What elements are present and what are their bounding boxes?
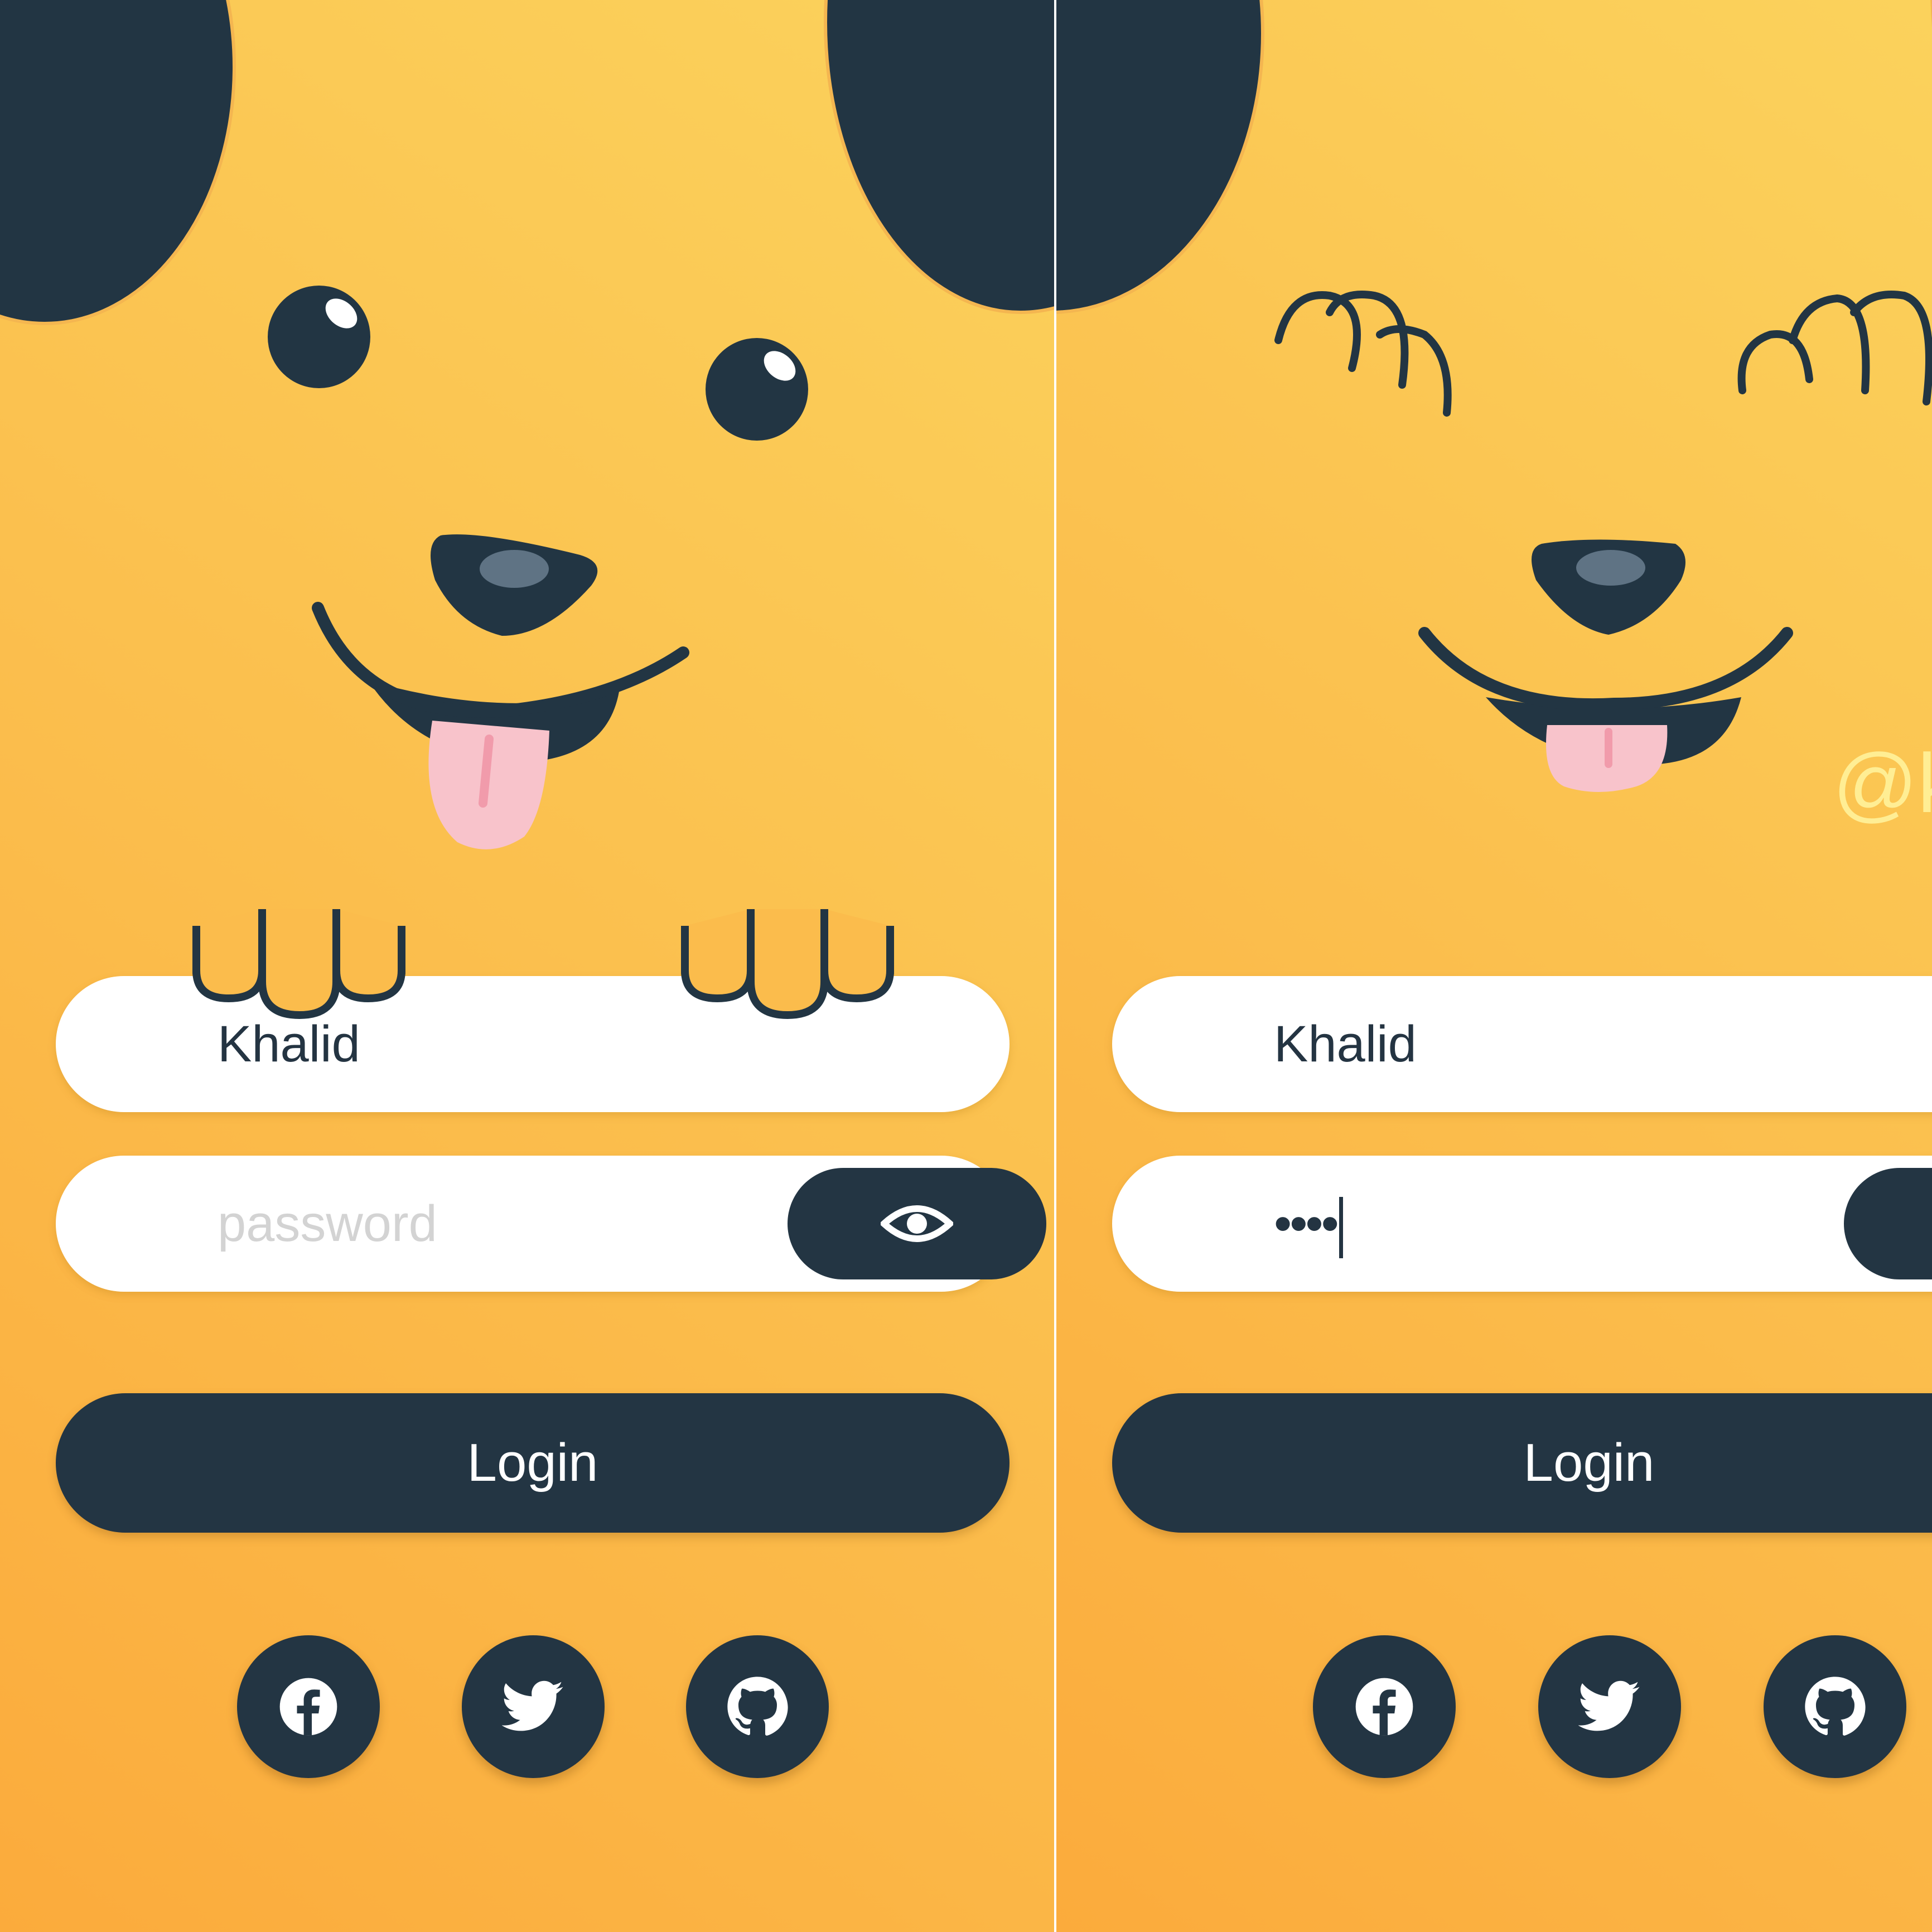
show-password-button[interactable] — [788, 1168, 1046, 1279]
twitter-icon — [1578, 1680, 1640, 1731]
watermark-handle: @k — [1833, 736, 1932, 830]
github-button[interactable] — [686, 1635, 829, 1778]
paw-fingers-overlay — [192, 909, 894, 1020]
left-paw-over-eye — [1274, 291, 1452, 417]
password-dots: •••• — [1274, 1195, 1339, 1252]
facebook-icon — [1355, 1678, 1413, 1736]
twitter-button[interactable] — [462, 1635, 605, 1778]
password-field[interactable]: •••• — [1112, 1156, 1932, 1292]
login-button[interactable]: Login — [1112, 1393, 1932, 1533]
show-password-button[interactable] — [1844, 1168, 1932, 1279]
github-button[interactable] — [1764, 1635, 1906, 1778]
left-ear — [0, 0, 236, 325]
facebook-button[interactable] — [237, 1635, 380, 1778]
left-eye — [268, 286, 370, 388]
tongue-line — [479, 735, 494, 808]
eye-icon — [881, 1205, 953, 1242]
username-field[interactable]: Khalid — [1112, 976, 1932, 1112]
dog-illustration — [0, 0, 1054, 1020]
github-icon — [1805, 1677, 1866, 1736]
password-input[interactable] — [218, 1156, 775, 1292]
twitter-button[interactable] — [1538, 1635, 1681, 1778]
twitter-icon — [502, 1680, 563, 1731]
text-caret — [1339, 1196, 1343, 1258]
username-value[interactable]: Khalid — [1274, 976, 1417, 1112]
login-screen-right: @k Khalid •••• Login — [1056, 0, 1932, 1932]
login-button[interactable]: Login — [56, 1393, 1010, 1533]
right-ear — [824, 0, 1054, 314]
left-ear — [1056, 0, 1264, 314]
dog-illustration-covering-eyes — [1056, 0, 1932, 792]
login-button-label: Login — [467, 1433, 598, 1493]
login-screen-left: Login — [0, 0, 1054, 1932]
login-button-label: Login — [1523, 1433, 1655, 1493]
smile-line — [1418, 627, 1793, 711]
password-field[interactable] — [56, 1156, 1046, 1292]
password-masked-value[interactable]: •••• — [1274, 1156, 1343, 1292]
nose-highlight — [1576, 550, 1645, 586]
right-eye — [706, 338, 808, 441]
right-paw-over-eye — [1737, 291, 1932, 405]
nose-highlight — [480, 550, 549, 588]
github-icon — [727, 1677, 788, 1736]
facebook-button[interactable] — [1313, 1635, 1456, 1778]
facebook-icon — [279, 1678, 337, 1736]
